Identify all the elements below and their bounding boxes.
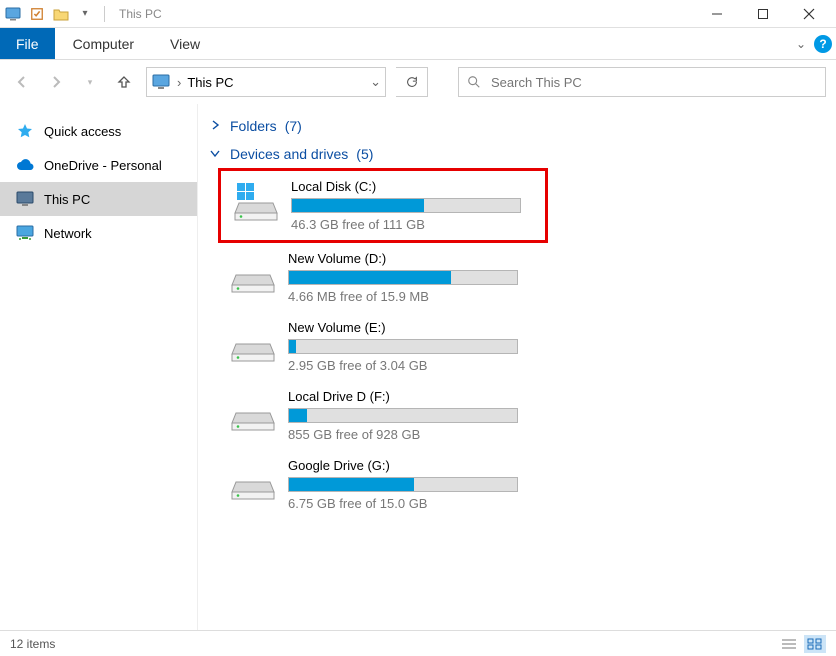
up-button[interactable] (112, 70, 136, 94)
drive-info: New Volume (E:) 2.95 GB free of 3.04 GB (288, 320, 536, 373)
sidebar-item-quick-access[interactable]: Quick access (0, 114, 197, 148)
drive-free-text: 6.75 GB free of 15.0 GB (288, 496, 536, 511)
sidebar-item-onedrive-personal[interactable]: OneDrive - Personal (0, 148, 197, 182)
network-icon (16, 224, 34, 242)
content-body: Quick access OneDrive - Personal This PC Ne… (0, 104, 836, 630)
help-icon[interactable]: ? (814, 35, 832, 53)
drive-info: Local Drive D (F:) 855 GB free of 928 GB (288, 389, 536, 442)
drive-capacity-bar (288, 477, 518, 492)
drive-item[interactable]: Google Drive (G:) 6.75 GB free of 15.0 GB (218, 450, 548, 519)
search-icon (467, 75, 481, 89)
window-title: This PC (119, 7, 162, 21)
location-icon (151, 72, 171, 92)
cloud-icon (16, 156, 34, 174)
details-view-button[interactable] (778, 635, 800, 653)
drive-item[interactable]: New Volume (D:) 4.66 MB free of 15.9 MB (218, 243, 548, 312)
drive-capacity-bar (291, 198, 521, 213)
drive-free-text: 4.66 MB free of 15.9 MB (288, 289, 536, 304)
drive-free-text: 855 GB free of 928 GB (288, 427, 536, 442)
file-tab[interactable]: File (0, 28, 55, 59)
drives-container: Local Disk (C:) 46.3 GB free of 111 GB New… (206, 168, 836, 519)
tab-computer[interactable]: Computer (55, 29, 152, 59)
sidebar-item-label: OneDrive - Personal (44, 158, 162, 173)
navigation-pane: Quick access OneDrive - Personal This PC Ne… (0, 104, 198, 630)
drive-name: Google Drive (G:) (288, 458, 536, 473)
ribbon-tabs: File Computer View ⌄ ? (0, 28, 836, 60)
drive-icon (230, 251, 276, 297)
navigation-bar: ▾ › This PC ⌄ (0, 60, 836, 104)
items-view: Folders (7) Devices and drives (5) Local… (198, 104, 836, 630)
qat-divider (104, 6, 105, 22)
address-dropdown-icon[interactable]: ⌄ (370, 74, 381, 90)
chevron-right-icon (210, 120, 222, 132)
status-item-count: 12 items (10, 637, 55, 651)
drive-name: Local Drive D (F:) (288, 389, 536, 404)
qat-dropdown-icon[interactable]: ▾ (76, 5, 94, 23)
drive-item[interactable]: Local Disk (C:) 46.3 GB free of 111 GB (218, 168, 548, 243)
drive-name: New Volume (D:) (288, 251, 536, 266)
drive-info: Local Disk (C:) 46.3 GB free of 111 GB (291, 179, 533, 232)
title-bar: ▾ This PC (0, 0, 836, 28)
drive-item[interactable]: Local Drive D (F:) 855 GB free of 928 GB (218, 381, 548, 450)
chevron-down-icon (210, 148, 222, 160)
minimize-button[interactable] (694, 0, 740, 28)
breadcrumb-separator: › (177, 75, 181, 90)
group-drives-count: (5) (356, 146, 373, 162)
sidebar-item-this-pc[interactable]: This PC (0, 182, 197, 216)
drive-capacity-bar (288, 408, 518, 423)
drive-icon (233, 179, 279, 225)
quick-access-toolbar: ▾ (4, 5, 109, 23)
new-folder-icon[interactable] (52, 5, 70, 23)
properties-icon[interactable] (28, 5, 46, 23)
group-folders[interactable]: Folders (7) (206, 112, 836, 140)
drive-name: Local Disk (C:) (291, 179, 533, 194)
drive-name: New Volume (E:) (288, 320, 536, 335)
maximize-button[interactable] (740, 0, 786, 28)
search-input[interactable] (491, 75, 817, 90)
sidebar-item-label: Network (44, 226, 92, 241)
group-drives-label: Devices and drives (230, 146, 348, 162)
ribbon-collapse-icon[interactable]: ⌄ (796, 37, 806, 51)
drive-capacity-bar (288, 339, 518, 354)
forward-button[interactable] (44, 70, 68, 94)
recent-locations-button[interactable]: ▾ (78, 70, 102, 94)
drive-info: New Volume (D:) 4.66 MB free of 15.9 MB (288, 251, 536, 304)
breadcrumb-location[interactable]: This PC (187, 75, 233, 90)
search-box[interactable] (458, 67, 826, 97)
drive-capacity-bar (288, 270, 518, 285)
sidebar-item-network[interactable]: Network (0, 216, 197, 250)
group-folders-count: (7) (285, 118, 302, 134)
drive-icon (230, 320, 276, 366)
drive-info: Google Drive (G:) 6.75 GB free of 15.0 GB (288, 458, 536, 511)
group-drives[interactable]: Devices and drives (5) (206, 140, 836, 168)
back-button[interactable] (10, 70, 34, 94)
drive-free-text: 2.95 GB free of 3.04 GB (288, 358, 536, 373)
tiles-view-button[interactable] (804, 635, 826, 653)
address-bar[interactable]: › This PC ⌄ (146, 67, 386, 97)
refresh-button[interactable] (396, 67, 428, 97)
sidebar-item-label: This PC (44, 192, 90, 207)
tab-view[interactable]: View (152, 29, 218, 59)
drive-icon (230, 458, 276, 504)
app-icon (4, 5, 22, 23)
sidebar-item-label: Quick access (44, 124, 121, 139)
status-bar: 12 items (0, 630, 836, 656)
monitor-icon (16, 190, 34, 208)
drive-icon (230, 389, 276, 435)
star-icon (16, 122, 34, 140)
close-button[interactable] (786, 0, 832, 28)
drive-free-text: 46.3 GB free of 111 GB (291, 217, 533, 232)
group-folders-label: Folders (230, 118, 277, 134)
drive-item[interactable]: New Volume (E:) 2.95 GB free of 3.04 GB (218, 312, 548, 381)
